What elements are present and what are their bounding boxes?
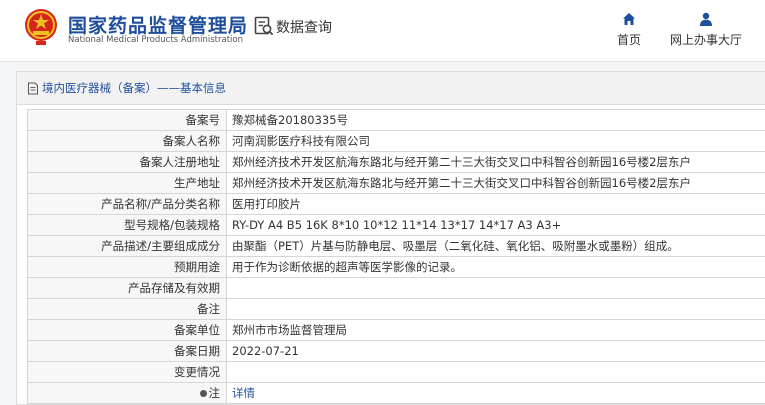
table-row: 备案号 豫郑械备20180335号 (27, 109, 765, 131)
agency-name-en: National Medical Products Administration (68, 35, 243, 45)
row-value-filing-unit: 郑州市市场监督管理局 (226, 319, 765, 341)
row-label-intended-use: 预期用途 (27, 256, 227, 278)
table-row: 备案日期 2022-07-21 (27, 340, 765, 362)
row-label-model-spec: 型号规格/包装规格 (27, 214, 227, 236)
table-row: 生产地址 郑州经济技术开发区航海东路北与经开第二十三大街交叉口中科智谷创新园16… (27, 172, 765, 194)
row-label-description: 产品描述/主要组成成分 (27, 235, 227, 257)
row-label-registered-address: 备案人注册地址 (27, 151, 227, 173)
row-value-filing-number: 豫郑械备20180335号 (226, 109, 765, 131)
row-value-filing-date: 2022-07-21 (226, 340, 765, 362)
table-row: 预期用途 用于作为诊断依据的超声等医学影像的记录。 (27, 256, 765, 278)
row-label-filing-unit: 备案单位 (27, 319, 227, 341)
table-row: 备案人名称 河南润影医疗科技有限公司 (27, 130, 765, 152)
row-value-storage-validity (226, 277, 765, 299)
row-label-note-text: 注 (208, 386, 221, 400)
detail-panel: 境内医疗器械（备案）——基本信息 备案号 豫郑械备20180335号 备案人名称… (16, 71, 765, 405)
row-value-description: 由聚酯（PET）片基与防静电层、吸墨层（二氧化硅、氧化铝、吸附墨水或墨粉）组成。 (226, 235, 765, 257)
nav-online-hall-link[interactable]: 网上办事大厅 (664, 12, 748, 48)
agency-name-cn: 国家药品监督管理局 (68, 15, 249, 37)
row-value-filer-name: 河南润影医疗科技有限公司 (226, 130, 765, 152)
row-label-filing-number: 备案号 (27, 109, 227, 131)
table-row: 产品名称/产品分类名称 医用打印胶片 (27, 193, 765, 215)
row-value-change-status (226, 361, 765, 383)
national-emblem-icon (25, 9, 57, 45)
row-label-filer-name: 备案人名称 (27, 130, 227, 152)
table-row: 备注 (27, 298, 765, 320)
row-label-note: 注 (27, 382, 227, 404)
row-label-change-status: 变更情况 (27, 361, 227, 383)
details-link[interactable]: 详情 (232, 386, 255, 400)
table-row: 备案人注册地址 郑州经济技术开发区航海东路北与经开第二十三大街交叉口中科智谷创新… (27, 151, 765, 173)
nav-home-label: 首页 (616, 33, 641, 47)
user-icon (700, 12, 712, 26)
table-row: 型号规格/包装规格 RY-DY A4 B5 16K 8*10 10*12 11*… (27, 214, 765, 236)
data-query-label: 数据查询 (276, 20, 332, 36)
row-label-filing-date: 备案日期 (27, 340, 227, 362)
row-value-remarks (226, 298, 765, 320)
nav-online-hall-label: 网上办事大厅 (669, 33, 742, 47)
row-label-remarks: 备注 (27, 298, 227, 320)
row-value-intended-use: 用于作为诊断依据的超声等医学影像的记录。 (226, 256, 765, 278)
panel-title: 境内医疗器械（备案）——基本信息 (42, 81, 226, 95)
row-label-product-name: 产品名称/产品分类名称 (27, 193, 227, 215)
basic-info-table: 备案号 豫郑械备20180335号 备案人名称 河南润影医疗科技有限公司 备案人… (27, 109, 765, 404)
row-value-model-spec: RY-DY A4 B5 16K 8*10 10*12 11*14 13*17 1… (226, 214, 765, 236)
table-row: 产品存储及有效期 (27, 277, 765, 299)
home-icon (623, 13, 635, 25)
nav-home-link[interactable]: 首页 (611, 12, 647, 48)
row-label-storage-validity: 产品存储及有效期 (27, 277, 227, 299)
row-value-product-name: 医用打印胶片 (226, 193, 765, 215)
panel-title-bar: 境内医疗器械（备案）——基本信息 (17, 72, 765, 105)
row-value-production-address: 郑州经济技术开发区航海东路北与经开第二十三大街交叉口中科智谷创新园16号楼2层东… (226, 172, 765, 194)
row-value-note: 详情 (226, 382, 765, 404)
document-icon (28, 82, 38, 94)
site-header: 国家药品监督管理局 National Medical Products Admi… (0, 0, 765, 62)
row-label-production-address: 生产地址 (27, 172, 227, 194)
table-row: 注 详情 (27, 382, 765, 404)
pin-icon (199, 390, 207, 397)
table-row: 变更情况 (27, 361, 765, 383)
table-row: 产品描述/主要组成成分 由聚酯（PET）片基与防静电层、吸墨层（二氧化硅、氧化铝… (27, 235, 765, 257)
row-value-registered-address: 郑州经济技术开发区航海东路北与经开第二十三大街交叉口中科智谷创新园16号楼2层东… (226, 151, 765, 173)
data-query-icon (254, 16, 274, 36)
table-row: 备案单位 郑州市市场监督管理局 (27, 319, 765, 341)
